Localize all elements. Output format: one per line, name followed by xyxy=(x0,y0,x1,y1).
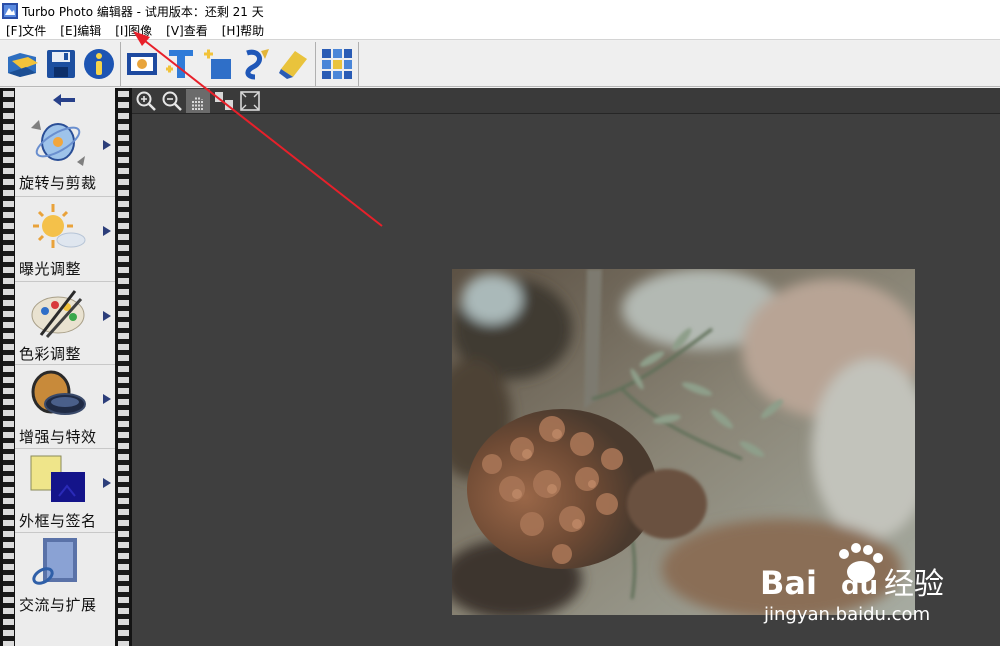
expand-arrow-icon[interactable] xyxy=(103,311,111,321)
info-button[interactable] xyxy=(80,44,118,84)
mosaic-button[interactable] xyxy=(318,44,356,84)
exposure-sun-icon xyxy=(33,204,86,248)
menu-help[interactable]: [H]帮助 xyxy=(222,22,264,39)
grid-mosaic-icon xyxy=(322,48,352,79)
share-extend-icon xyxy=(32,538,77,585)
info-icon xyxy=(84,48,114,79)
side-item-enhance[interactable]: 增强与特效 xyxy=(15,366,115,448)
pan-button[interactable] xyxy=(186,88,210,113)
side-item-label: 增强与特效 xyxy=(19,428,97,446)
rotate-crop-icon xyxy=(31,120,85,166)
divider xyxy=(15,364,115,365)
side-item-rotate-crop[interactable]: 旋转与剪裁 xyxy=(15,112,115,194)
baidu-paw-logo: Bai du 经验 xyxy=(760,543,944,602)
window-title: Turbo Photo 编辑器 - 试用版本：还剩 21 天 xyxy=(22,4,264,19)
fullscreen-icon xyxy=(240,90,260,111)
watermark-brand-jingyan: 经验 xyxy=(884,567,944,602)
toolbar-group-file xyxy=(2,41,121,86)
eraser-button[interactable] xyxy=(275,44,313,84)
side-item-label: 色彩调整 xyxy=(19,345,82,363)
brush-button[interactable] xyxy=(237,44,275,84)
divider xyxy=(15,281,115,282)
watermark-url: jingyan.baidu.com xyxy=(764,604,931,625)
main-toolbar xyxy=(0,41,1000,87)
side-item-share-extend[interactable]: 交流与扩展 xyxy=(15,534,115,616)
divider xyxy=(15,196,115,197)
back-arrow-icon[interactable] xyxy=(53,94,75,106)
add-layer-icon xyxy=(204,49,231,79)
image-frame-button[interactable] xyxy=(123,44,161,84)
save-button[interactable] xyxy=(42,44,80,84)
fit-button[interactable] xyxy=(212,89,236,113)
expand-arrow-icon[interactable] xyxy=(103,478,111,488)
app-logo-icon xyxy=(2,3,18,19)
canvas-toolbar xyxy=(132,88,1000,114)
add-layer-button[interactable] xyxy=(199,44,237,84)
filmstrip-border-left xyxy=(3,88,14,646)
add-text-icon xyxy=(166,49,193,78)
side-item-label: 旋转与剪裁 xyxy=(19,174,97,192)
watermark-brand: Bai xyxy=(760,564,817,602)
expand-arrow-icon[interactable] xyxy=(103,394,111,404)
side-item-label: 外框与签名 xyxy=(19,512,97,530)
side-item-frame-signature[interactable]: 外框与签名 xyxy=(15,450,115,532)
color-palette-icon xyxy=(31,290,85,339)
menu-edit[interactable]: [E]编辑 xyxy=(60,22,101,39)
menu-file[interactable]: [F]文件 xyxy=(6,22,46,39)
side-panel-list: 旋转与剪裁 曝光调整 色彩调整 增强与特效 外框与签名 交流与扩展 xyxy=(15,88,115,646)
menu-bar: [F]文件 [E]编辑 [I]图像 [V]查看 [H]帮助 xyxy=(0,22,1000,40)
image-frame-icon xyxy=(127,52,157,75)
side-panel: 旋转与剪裁 曝光调整 色彩调整 增强与特效 外框与签名 交流与扩展 xyxy=(0,88,132,646)
watermark-brand-du: du xyxy=(841,571,878,601)
add-text-button[interactable] xyxy=(161,44,199,84)
pan-icon xyxy=(192,95,203,110)
baidu-watermark: Bai du 经验 jingyan.baidu.com xyxy=(758,540,998,630)
side-item-label: 曝光调整 xyxy=(19,260,82,278)
zoom-in-icon xyxy=(136,91,156,111)
expand-arrow-icon[interactable] xyxy=(103,140,111,150)
side-item-label: 交流与扩展 xyxy=(19,596,97,614)
expand-arrow-icon[interactable] xyxy=(103,226,111,236)
menu-image[interactable]: [I]图像 xyxy=(115,22,152,39)
save-icon xyxy=(47,49,75,78)
toolbar-group-batch xyxy=(316,41,359,86)
fit-icon xyxy=(215,91,233,110)
toolbar-group-edit xyxy=(121,41,316,86)
zoom-out-button[interactable] xyxy=(160,89,184,113)
open-button[interactable] xyxy=(4,44,42,84)
zoom-out-icon xyxy=(162,91,182,111)
side-item-color[interactable]: 色彩调整 xyxy=(15,283,115,365)
app-window: Turbo Photo 编辑器 - 试用版本：还剩 21 天 [F]文件 [E]… xyxy=(0,0,1000,646)
frame-signature-icon xyxy=(30,455,85,502)
divider xyxy=(15,532,115,533)
eraser-icon xyxy=(279,50,307,79)
lens-filter-icon xyxy=(31,370,86,415)
menu-view[interactable]: [V]查看 xyxy=(166,22,208,39)
filmstrip-border-right xyxy=(118,88,129,646)
fullscreen-button[interactable] xyxy=(238,89,262,113)
open-icon xyxy=(8,52,38,77)
brush-icon xyxy=(245,48,269,79)
title-bar: Turbo Photo 编辑器 - 试用版本：还剩 21 天 xyxy=(0,0,1000,22)
divider xyxy=(15,448,115,449)
side-item-exposure[interactable]: 曝光调整 xyxy=(15,198,115,280)
zoom-in-button[interactable] xyxy=(134,89,158,113)
